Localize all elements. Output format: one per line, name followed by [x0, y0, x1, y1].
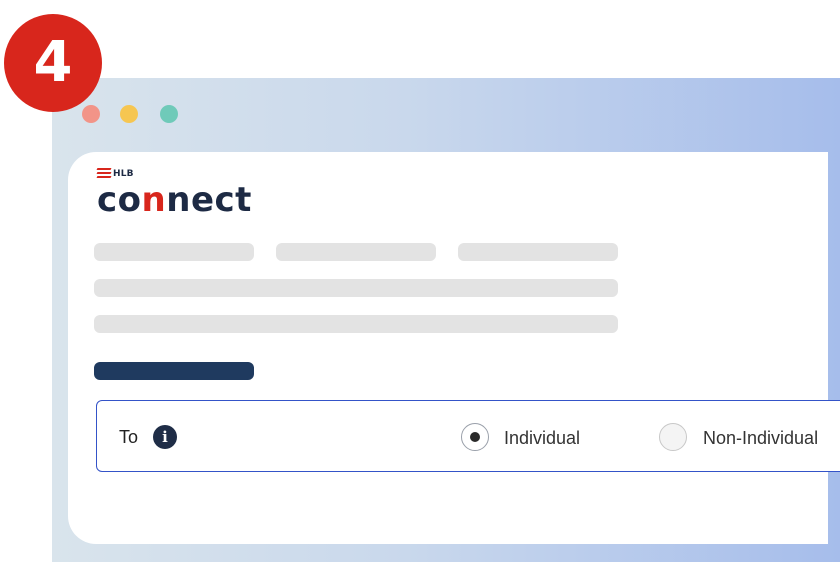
placeholder-bar: [458, 243, 618, 261]
hlb-stripes-icon: [96, 168, 112, 180]
radio-label-non-individual[interactable]: Non-Individual: [703, 428, 818, 449]
placeholder-bar: [94, 315, 618, 333]
info-icon[interactable]: i: [153, 425, 177, 449]
radio-label-individual[interactable]: Individual: [504, 428, 580, 449]
hlb-connect-logo: HLB connect: [96, 168, 257, 224]
to-label: To: [119, 427, 139, 447]
window-minimize-dot[interactable]: [120, 105, 138, 123]
window-maximize-dot[interactable]: [160, 105, 178, 123]
placeholder-button[interactable]: [94, 362, 254, 380]
placeholder-bar: [94, 279, 618, 297]
step-number: 4: [33, 30, 73, 95]
logo-product-text: connect: [97, 180, 252, 220]
placeholder-bar: [94, 243, 254, 261]
radio-non-individual[interactable]: [659, 423, 687, 451]
placeholder-bar: [276, 243, 436, 261]
window-close-dot[interactable]: [82, 105, 100, 123]
recipient-type-field: To i Individual Non-Individual: [96, 400, 840, 472]
step-number-badge: 4: [4, 14, 102, 112]
radio-individual[interactable]: [461, 423, 489, 451]
logo-brand-text: HLB: [113, 169, 134, 179]
